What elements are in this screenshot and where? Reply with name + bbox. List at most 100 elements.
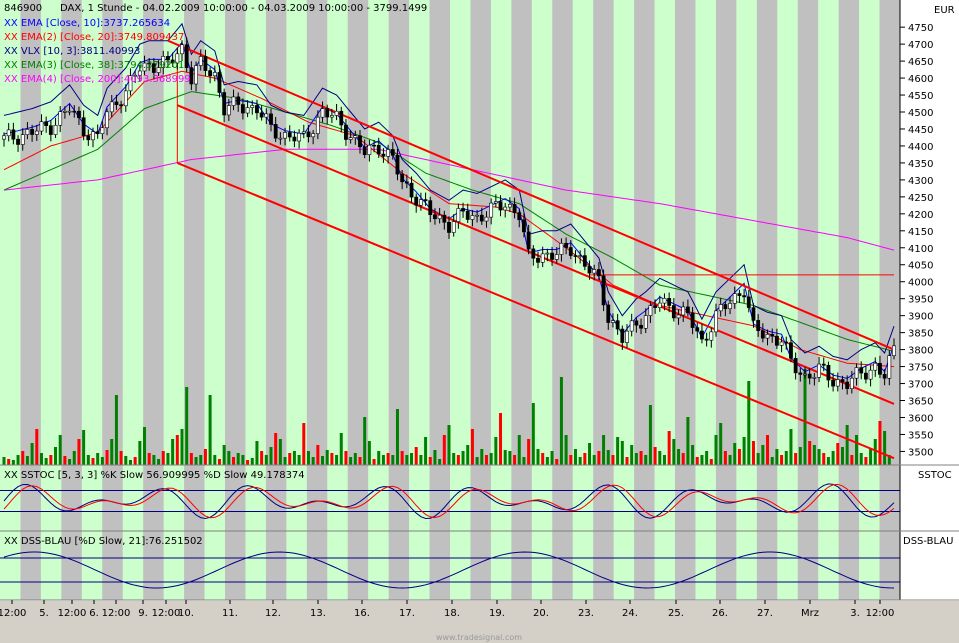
volume-bar [466,445,469,465]
candle-body [405,182,408,183]
candle-body [747,297,750,308]
volume-bar [419,455,422,465]
price-tick-label: 3800 [908,346,933,357]
volume-bar [396,409,399,465]
candle-body [372,145,375,146]
session-band [430,0,451,600]
candle-body [223,92,226,114]
volume-bar [106,450,109,465]
session-band [0,0,21,600]
volume-bar [31,443,34,465]
candle-body [878,363,881,374]
candle-body [194,66,197,84]
time-tick-label: 13. [310,608,326,619]
volume-bar [490,453,493,465]
volume-bar [92,458,95,465]
candle-body [892,346,895,356]
candle-body [565,243,568,247]
price-tick-label: 4350 [908,159,933,170]
volume-bar [808,441,811,465]
time-tick-label: 12:00 [866,608,895,619]
candle-body [218,72,221,92]
price-tick-label: 3600 [908,413,933,424]
candle-body [471,215,474,219]
session-band [143,0,164,600]
volume-bar [274,433,277,465]
sstoc-name: SSTOC [918,470,952,481]
volume-bar [789,429,792,465]
candle-body [7,130,10,136]
candle-body [185,45,188,68]
volume-bar [26,456,29,465]
candle-body [832,380,835,386]
volume-bar [237,453,240,465]
volume-bar [508,451,511,465]
volume-bar [499,413,502,465]
volume-bar [171,439,174,465]
volume-bar [724,451,727,465]
candle-body [654,306,657,308]
volume-bar [480,449,483,465]
candle-body [869,370,872,379]
candle-body [115,102,118,105]
candle-body [546,253,549,254]
candle-body [532,249,535,258]
volume-bar [199,455,202,465]
candle-body [724,304,727,308]
volume-bar [124,456,127,465]
candle-body [579,256,582,257]
candle-body [490,203,493,217]
volume-bar [649,405,652,465]
volume-bar [298,455,301,465]
price-tick-label: 4000 [908,278,933,289]
candle-body [522,220,525,232]
time-tick-label: 24. [622,608,638,619]
volume-bar [54,447,57,465]
candle-body [883,374,886,378]
volume-bar [855,435,858,465]
volume-bar [513,455,516,465]
candle-body [494,202,497,203]
candle-body [813,377,816,378]
time-tick-label: 3. [850,608,860,619]
candle-body [232,97,235,106]
volume-bar [593,455,596,465]
candle-body [12,130,15,139]
candle-body [476,215,479,216]
volume-bar [227,451,230,465]
candle-body [485,217,488,221]
volume-bar [551,451,554,465]
volume-bar [546,457,549,465]
dss-label: XX DSS-BLAU [%D Slow, 21]:76.251502 [4,536,203,547]
volume-bar [377,451,380,465]
volume-bar [602,435,605,465]
volume-bar [818,449,821,465]
volume-bar [148,453,151,465]
volume-bar [471,429,474,465]
session-band [839,0,860,600]
candle-body [705,339,708,340]
volume-bar [532,403,535,465]
session-band [859,0,880,600]
session-band [184,0,205,600]
volume-bar [710,459,713,465]
candle-body [2,136,5,139]
volume-bar [630,445,633,465]
volume-bar [251,458,254,465]
candle-body [180,45,183,54]
volume-bar [775,449,778,465]
candle-body [35,131,38,134]
volume-bar [260,451,263,465]
time-tick-label: 12:00 [58,608,87,619]
candle-body [429,201,432,215]
candle-body [307,132,310,137]
volume-bar [715,435,718,465]
time-tick-label: 12:00 [102,608,131,619]
candle-body [639,325,642,328]
volume-bar [494,437,497,465]
volume-bar [77,439,80,465]
volume-bar [349,457,352,465]
volume-bar [476,457,479,465]
session-band [102,0,123,600]
volume-bar [537,449,540,465]
